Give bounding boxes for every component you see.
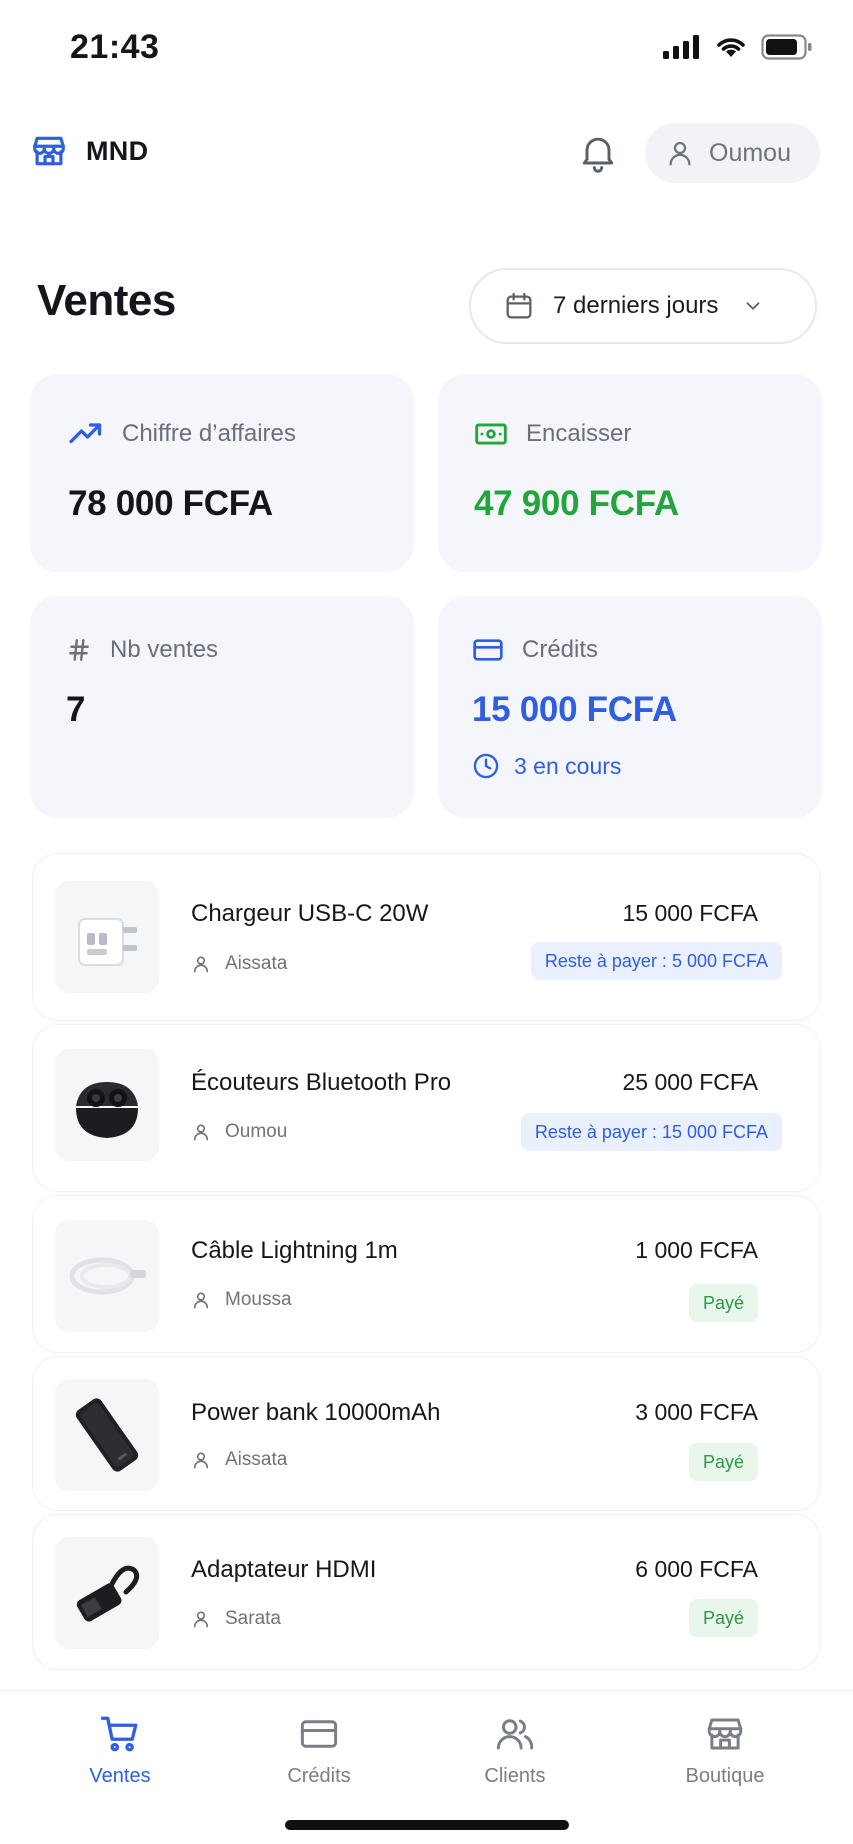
stat-label: Encaisser [526,420,632,447]
customer: Sarata [191,1608,281,1630]
status-badge: Reste à payer : 5 000 FCFA [530,942,782,980]
status-bar: 21:43 [0,0,853,100]
status-icons [663,34,813,60]
sale-item[interactable]: Chargeur USB-C 20W Aissata 15 000 FCFA R… [32,853,821,1021]
user-icon [193,1611,209,1628]
clock-icon [473,753,499,779]
product-name: Écouteurs Bluetooth Pro [191,1069,452,1096]
credit-card-icon [473,639,503,661]
status-badge: Payé [688,1284,758,1322]
credits-open-count: 3 en cours [472,752,621,780]
nav-clients[interactable]: Clients [435,1713,595,1788]
customer-name: Aissata [225,953,288,974]
sale-price: 25 000 FCFA [622,1069,758,1095]
stat-label: Nb ventes [110,636,219,663]
nav-label: Ventes [89,1765,151,1787]
stat-card-credits[interactable]: Crédits 15 000 FCFA 3 en cours [438,596,822,818]
customer-name: Moussa [225,1289,292,1310]
user-name: Oumou [709,138,791,167]
stat-label: Crédits [522,636,599,663]
brand-name: MND [86,135,149,166]
customer: Oumou [191,1121,287,1143]
wifi-icon [717,38,745,57]
users-icon [496,1719,534,1750]
card-icon [300,1720,338,1748]
nav-credits[interactable]: Crédits [239,1713,399,1788]
brand[interactable]: MND [30,132,148,170]
stat-value: 78 000 FCFA [68,484,273,523]
battery-icon [761,34,812,60]
stat-head: Chiffre d’affaires [68,420,296,448]
credits-open-label: 3 en cours [514,752,622,779]
stat-value: 7 [66,690,86,729]
product-name: Adaptateur HDMI [191,1556,377,1583]
calendar-icon [506,292,532,319]
user-menu-button[interactable]: Oumou [645,123,820,183]
user-icon [193,1452,209,1469]
stat-head: Encaisser [474,420,631,448]
customer: Aissata [191,1449,287,1471]
stat-label: Chiffre d’affaires [122,420,296,447]
hdmi-adapter-icon [55,1537,159,1649]
product-name: Power bank 10000mAh [191,1399,441,1426]
sale-price: 1 000 FCFA [635,1237,758,1263]
store-icon [707,1718,743,1750]
power-bank-icon [55,1379,159,1491]
nav-label: Clients [484,1765,546,1787]
stat-card-count: Nb ventes 7 [30,596,414,818]
sale-price: 15 000 FCFA [622,900,758,926]
cart-icon [100,1716,138,1752]
customer-name: Sarata [225,1608,281,1629]
signal-icon [663,35,699,59]
sale-item[interactable]: Power bank 10000mAh Aissata 3 000 FCFA P… [32,1356,821,1511]
cable-icon [55,1220,159,1332]
period-label: 7 derniers jours [553,292,719,319]
sale-item[interactable]: Adaptateur HDMI Sarata 6 000 FCFA Payé [32,1514,821,1670]
trending-up-icon [69,423,102,444]
status-badge: Payé [688,1443,758,1481]
stat-value: 47 900 FCFA [474,484,679,523]
product-name: Chargeur USB-C 20W [191,900,429,927]
status-badge: Payé [688,1599,758,1637]
nav-ventes[interactable]: Ventes [40,1713,200,1788]
top-bar: MND Oumou [0,118,853,190]
product-name: Câble Lightning 1m [191,1237,398,1264]
customer: Moussa [191,1289,292,1311]
nav-label: Boutique [685,1765,765,1787]
nav-label: Crédits [287,1765,351,1787]
sale-price: 6 000 FCFA [635,1556,758,1582]
earbuds-icon [55,1049,159,1161]
customer-name: Aissata [225,1449,288,1470]
stat-head: Nb ventes [66,636,218,664]
customer-name: Oumou [225,1121,288,1142]
sale-item[interactable]: Écouteurs Bluetooth Pro Oumou 25 000 FCF… [32,1024,821,1192]
bell-icon[interactable] [576,130,620,174]
sale-price: 3 000 FCFA [635,1399,758,1425]
cash-icon [475,423,507,445]
user-icon [193,1124,209,1141]
usb-charger-icon [55,881,159,993]
nav-boutique[interactable]: Boutique [645,1713,805,1788]
status-time: 21:43 [70,28,160,66]
stat-head: Crédits [472,636,598,664]
chevron-down-icon [747,302,760,310]
status-badge: Reste à payer : 15 000 FCFA [520,1113,782,1151]
user-icon [669,141,691,166]
stat-card-collected: Encaisser 47 900 FCFA [438,374,822,572]
customer: Aissata [191,953,287,975]
stat-value: 15 000 FCFA [472,690,677,729]
stat-card-revenue: Chiffre d’affaires 78 000 FCFA [30,374,414,572]
home-indicator[interactable] [285,1820,569,1830]
period-dropdown[interactable]: 7 derniers jours [469,268,817,344]
sale-item[interactable]: Câble Lightning 1m Moussa 1 000 FCFA Pay… [32,1195,821,1353]
user-icon [193,1292,209,1309]
user-icon [193,956,209,973]
page-title: Ventes [37,276,176,325]
hash-icon [69,639,89,661]
store-icon [33,136,65,166]
